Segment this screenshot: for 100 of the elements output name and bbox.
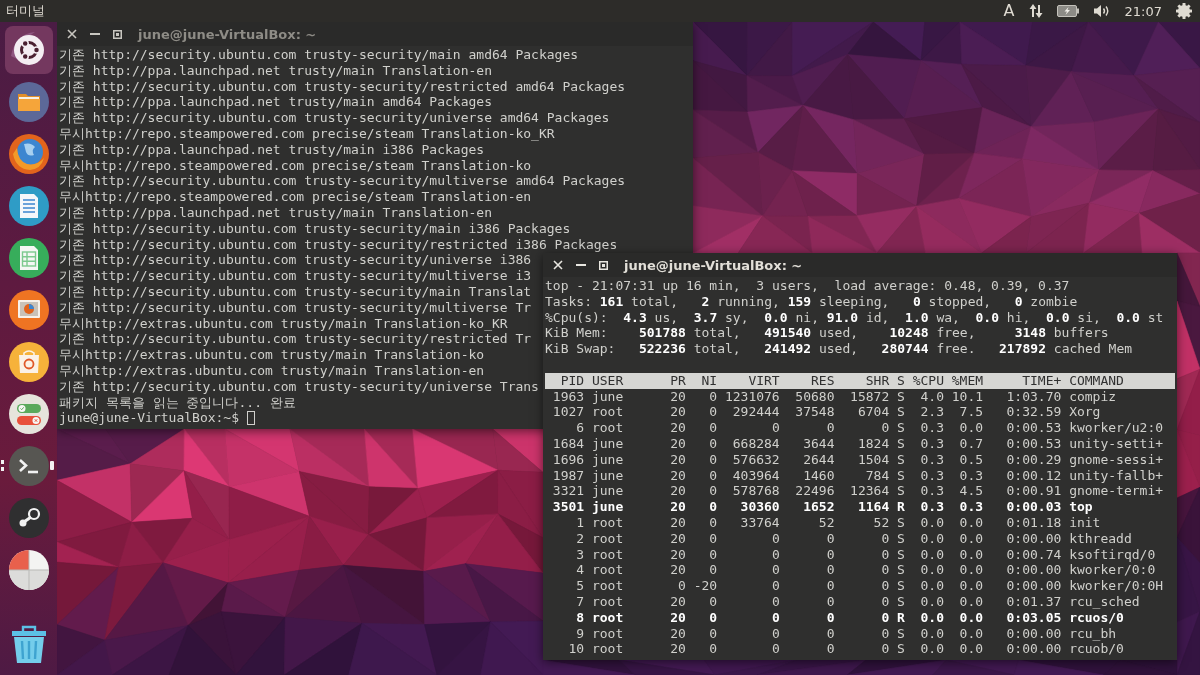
table-cell: 0.3 [920,483,944,500]
maximize-icon[interactable] [113,29,122,39]
speaker-icon[interactable] [1092,4,1111,18]
table-cell: 9 [576,625,585,642]
table-cell: 0 [709,562,718,579]
table-cell: 7 [576,593,585,610]
table-cell: 0.0 [959,562,984,579]
table-cell: 0 [881,546,890,563]
table-cell: 1963 [552,388,585,405]
clock-text[interactable]: 21:07 [1124,3,1162,19]
table-cell: 0:00.53 [1006,435,1062,452]
table-cell: 0.5 [959,451,984,468]
table-cell: 0 [881,530,890,547]
table-cell: S [897,420,905,436]
table-cell: 0 [709,499,718,515]
terminal-prompt-icon [8,446,49,486]
maximize-icon[interactable] [599,260,608,270]
table-cell: 52 [873,514,890,531]
table-cell: S [897,578,905,594]
table-cell: 0 [826,546,835,563]
table-cell: 0:00.00 [1006,578,1062,594]
keyboard-layout-indicator[interactable]: A [1003,2,1015,20]
table-cell: 0.0 [920,514,944,531]
table-cell: 0:00.00 [1006,625,1062,642]
terminal-line: 기존 http://security.ubuntu.com trusty-security/restricted i386 Packages [59,236,618,253]
table-cell: 1696 [552,451,585,468]
table-cell: 20 [670,435,686,452]
table-cell: 52 [818,514,835,531]
table-cell: 0 [771,593,780,610]
table-cell: 0.0 [920,625,944,642]
table-cell: 0.0 [959,420,984,436]
table-cell: root [591,530,624,547]
summary-line: %Cpu(s): 4.3 us, 3.7 sy, 0.0 ni, 91.0 id, 1.0 wa, 0.0 hi, 0.0 si, 0.0 st [545,309,1164,326]
table-cell: 0 [826,609,835,626]
table-cell: 784 [865,467,890,484]
table-cell: 1164 [857,499,890,515]
table-cell: 8 [576,609,585,626]
table-cell: 0:00.00 [1006,562,1062,579]
table-cell: root [591,593,624,610]
table-cell: rcuos/0 [1069,609,1124,626]
table-cell: rcu_bh [1069,625,1117,642]
table-cell: rcuob/0 [1069,641,1124,658]
table-cell: Xorg [1069,404,1101,421]
gear-icon[interactable] [1176,3,1192,19]
table-cell: 0 [771,530,780,547]
table-cell: 0 [771,641,780,658]
toggle-switches-icon [8,394,49,434]
close-icon[interactable] [67,29,77,39]
table-cell: 0.0 [920,578,944,594]
battery-icon[interactable] [1056,5,1079,17]
table-cell: 0 [709,435,718,452]
summary-line: top - 21:07:31 up 16 min, 3 users, load average: 0.48, 0.39, 0.37 [545,278,1070,294]
table-cell: 0 [826,562,835,579]
table-cell: S [897,483,905,500]
table-cell: 0:01.18 [1006,514,1062,531]
terminal-line: 무시http://repo.steampowered.com precise/steam Translation-ko_KR [59,126,555,142]
table-cell: 2.3 [920,404,944,421]
table-cell: 3501 [552,499,585,515]
column-header: SHR [865,372,890,389]
trash-icon [10,623,47,663]
globe-icon [8,134,49,174]
close-icon[interactable] [553,260,563,270]
table-cell: 20 [670,467,686,484]
table-cell: 1824 [857,435,890,452]
table-cell: 0 [709,514,718,531]
table-cell: 0.0 [959,530,984,547]
column-header: S [897,372,905,389]
table-cell: 2644 [803,451,835,468]
table-cell: 12364 [850,483,890,500]
table-cell: S [897,546,905,563]
column-header: VIRT [748,372,780,389]
terminal-line: 무시http://extras.ubuntu.com trusty/main Translation-ko_KR [59,315,508,332]
table-cell: 1:03.70 [1006,388,1062,405]
table-cell: S [897,451,905,468]
table-cell: 0 [709,593,718,610]
terminal-line: 무시http://extras.ubuntu.com trusty/main Translation-en [59,362,485,379]
table-cell: kworker/0:0 [1069,562,1156,579]
table-cell: 0.0 [920,593,944,610]
table-cell: 30360 [740,499,780,515]
ring-logo-icon [4,26,53,74]
table-cell: S [897,388,905,405]
terminal-line: 기존 http://security.ubuntu.com trusty-security/multiverse amd64 Packages [59,173,626,190]
table-cell: 1027 [552,404,585,421]
table-cell: 0.0 [920,641,944,658]
table-cell: 0.0 [920,562,944,579]
column-header: PR [670,372,686,389]
up-down-arrows-icon[interactable] [1028,4,1043,18]
table-cell: 0.3 [920,499,944,515]
table-cell: 403964 [732,467,780,484]
table-cell: 292444 [732,404,780,421]
table-cell: june [591,388,624,405]
table-cell: 0 [709,420,718,436]
table-cell: 20 [670,404,686,421]
table-cell: 20 [670,499,686,515]
table-cell: 20 [670,530,686,547]
table-cell: R [897,609,905,626]
table-cell: ksoftirqd/0 [1069,546,1156,563]
table-cell: 0.3 [959,499,984,515]
table-cell: unity-fallb+ [1069,467,1164,484]
table-cell: 0.0 [920,546,944,563]
